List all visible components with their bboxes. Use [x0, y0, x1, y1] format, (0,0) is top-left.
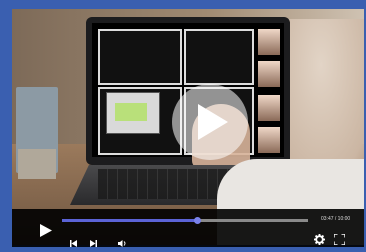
- progress-fill: [62, 219, 198, 222]
- progress-handle[interactable]: [194, 217, 202, 224]
- previous-button[interactable]: [70, 234, 77, 252]
- participant-thumbnail: [258, 61, 280, 87]
- participant-thumbnail: [258, 29, 280, 55]
- play-button[interactable]: [40, 224, 52, 242]
- time-display: 03:47 / 10:00: [321, 216, 351, 222]
- skip-forward-icon: [90, 240, 97, 247]
- screen-tile: [184, 29, 254, 85]
- play-icon: [198, 104, 228, 140]
- fullscreen-button[interactable]: [333, 232, 346, 250]
- play-icon: [40, 224, 52, 237]
- gear-icon: [314, 234, 325, 245]
- screen-dialog: [106, 92, 160, 134]
- video-control-bar: 03:47 / 10:00: [12, 209, 364, 247]
- screen-tile: [98, 29, 182, 85]
- participant-thumbnail: [258, 95, 280, 121]
- progress-bar[interactable]: [62, 217, 308, 224]
- play-overlay-button[interactable]: [172, 84, 248, 160]
- video-scene-books-lower: [18, 149, 56, 179]
- fullscreen-icon: [333, 233, 346, 246]
- next-button[interactable]: [90, 234, 97, 252]
- participant-thumbnail: [258, 127, 280, 153]
- skip-back-icon: [70, 240, 77, 247]
- volume-icon: [118, 240, 126, 247]
- volume-button[interactable]: [118, 234, 127, 252]
- settings-button[interactable]: [314, 232, 325, 250]
